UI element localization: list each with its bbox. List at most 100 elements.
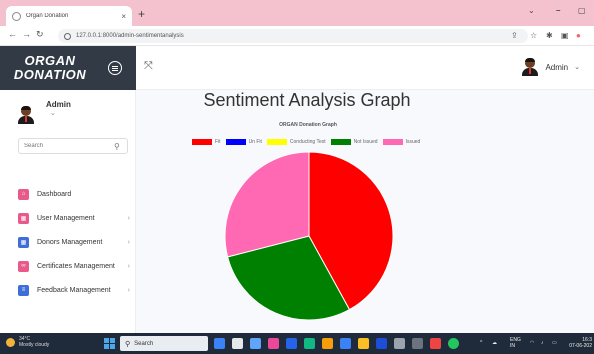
app-icon[interactable] [412, 338, 423, 349]
minimize-window-icon[interactable]: – [556, 6, 560, 15]
new-tab-button[interactable]: + [138, 7, 145, 21]
search-input[interactable] [24, 143, 114, 149]
app-icon[interactable] [268, 338, 279, 349]
legend-swatch [330, 139, 351, 145]
app-icon[interactable] [250, 338, 261, 349]
cloud-icon[interactable]: ☁ [492, 340, 497, 346]
legend-label: Conducting Test [289, 139, 326, 145]
sidebar-item-certificates-management[interactable]: ∞ Certificates Management › [18, 259, 130, 273]
sidebar-item-donors-management[interactable]: ▦ Donors Management › [18, 235, 130, 249]
sidebar-user[interactable]: Admin ⌄ [18, 100, 71, 124]
fullscreen-icon[interactable]: ⤧ [144, 60, 153, 73]
header-user-menu[interactable]: Admin ⌄ [522, 58, 580, 76]
brand-line1: ORGAN [24, 53, 76, 68]
sidebar: Admin ⌄ ⚲ ⌂ Dashboard ▦ User Management … [0, 90, 136, 333]
language-indicator[interactable]: ENG IN [510, 337, 521, 349]
app-icon[interactable] [322, 338, 333, 349]
app-icon[interactable] [286, 338, 297, 349]
sidebar-item-feedback-management[interactable]: ≡ Feedback Management › [18, 283, 130, 297]
avatar [522, 58, 539, 76]
grid-icon: ▦ [18, 236, 29, 248]
sidebar-item-dashboard[interactable]: ⌂ Dashboard [18, 187, 130, 201]
globe-icon [12, 11, 21, 21]
maximize-window-icon[interactable]: ▢ [578, 6, 586, 15]
legend-item-conducting-test[interactable]: Conducting Test [266, 139, 326, 145]
chevron-right-icon: › [127, 262, 130, 270]
weather-desc: Mostly cloudy [19, 342, 50, 348]
back-arrow-icon[interactable]: ← [8, 29, 17, 39]
weather-widget[interactable]: 34°C Mostly cloudy [6, 336, 49, 348]
tab-search-icon[interactable]: ⌄ [528, 6, 535, 15]
legend-swatch [266, 139, 287, 145]
sidebar-user-name: Admin [46, 100, 71, 109]
lang-line2: IN [510, 343, 515, 349]
legend-item-fit[interactable]: Fit [192, 139, 221, 145]
app-icon[interactable] [214, 338, 225, 349]
chevron-right-icon: › [127, 238, 130, 246]
volume-icon[interactable]: ♪ [541, 340, 544, 346]
search-icon: ⚲ [125, 340, 131, 348]
weather-icon [6, 337, 15, 347]
app-icon[interactable] [340, 338, 351, 349]
windows-start-icon[interactable] [104, 338, 115, 349]
app-icon[interactable] [376, 338, 387, 349]
home-icon: ⌂ [18, 188, 29, 200]
pie-chart [224, 151, 394, 321]
taskbar-search[interactable]: ⚲ Search [120, 336, 208, 351]
clock[interactable]: 16:3 07-06-202 [566, 337, 592, 349]
taskbar: 34°C Mostly cloudy ⚲ Search ^ ☁ ENG IN ◠… [0, 333, 594, 354]
app-icon[interactable] [232, 338, 243, 349]
brand-logo[interactable]: ORGAN DONATION [0, 54, 100, 82]
search-icon[interactable]: ⚲ [114, 142, 120, 151]
sidepanel-icon[interactable]: ▣ [561, 31, 569, 40]
app-icon[interactable] [394, 338, 405, 349]
legend-label: Issued [405, 139, 421, 145]
chevron-down-icon: ⌄ [574, 64, 580, 71]
app-icon[interactable] [430, 338, 441, 349]
folder-icon[interactable] [358, 338, 369, 349]
site-info-icon[interactable] [64, 32, 71, 40]
app-icon[interactable] [304, 338, 315, 349]
chevron-right-icon: › [127, 214, 130, 222]
chrome-icon[interactable] [448, 338, 459, 349]
close-tab-button[interactable]: × [121, 12, 126, 21]
sidebar-item-label: User Management [37, 214, 95, 222]
chevron-down-icon[interactable]: ⌄ [50, 109, 71, 117]
battery-icon[interactable]: ▭ [552, 340, 557, 346]
chart-legend: Fit Un Fit Conducting Test Not Issued Is… [192, 139, 425, 145]
reload-icon[interactable]: ↻ [36, 29, 44, 40]
grid-icon: ▦ [18, 212, 29, 224]
legend-label: Not Issued [353, 139, 378, 145]
legend-item-un-fit[interactable]: Un Fit [225, 139, 262, 145]
sidebar-item-label: Feedback Management [37, 286, 111, 294]
share-icon[interactable]: ⇪ [511, 31, 518, 40]
wifi-icon[interactable]: ◠ [530, 340, 534, 346]
sidebar-search: ⚲ [18, 138, 128, 154]
url-text: 127.0.0.1:8000/admin-sentimentanalysis [76, 33, 184, 39]
address-bar-row: ← → ↻ 127.0.0.1:8000/admin-sentimentanal… [0, 26, 594, 46]
forward-arrow-icon[interactable]: → [22, 29, 31, 39]
sidebar-item-user-management[interactable]: ▦ User Management › [18, 211, 130, 225]
legend-label: Fit [215, 139, 221, 145]
browser-tab[interactable]: Organ Donation × [6, 6, 132, 26]
avatar [18, 106, 34, 124]
main-content: Sentiment Analysis Graph ORGAN Donation … [136, 90, 594, 333]
menu-toggle-icon[interactable] [108, 61, 122, 75]
legend-item-issued[interactable]: Issued [382, 139, 421, 145]
legend-item-not-issued[interactable]: Not Issued [330, 139, 378, 145]
bookmark-star-icon[interactable]: ☆ [530, 31, 537, 40]
address-bar[interactable]: 127.0.0.1:8000/admin-sentimentanalysis [58, 29, 528, 43]
link-icon: ∞ [18, 260, 29, 272]
brand-line2: DONATION [13, 67, 87, 82]
profile-icon[interactable]: ● [576, 31, 581, 40]
header-user-name: Admin [545, 62, 569, 72]
tray-overflow-icon[interactable]: ^ [480, 340, 482, 346]
chevron-right-icon: › [127, 286, 130, 294]
taskbar-search-placeholder: Search [134, 340, 154, 347]
legend-swatch [225, 139, 246, 145]
legend-swatch [192, 139, 212, 145]
sidebar-item-label: Donors Management [37, 238, 103, 246]
brand-panel: ORGAN DONATION [0, 46, 136, 90]
extensions-icon[interactable]: ✱ [546, 31, 553, 40]
sidebar-item-label: Dashboard [37, 190, 72, 198]
